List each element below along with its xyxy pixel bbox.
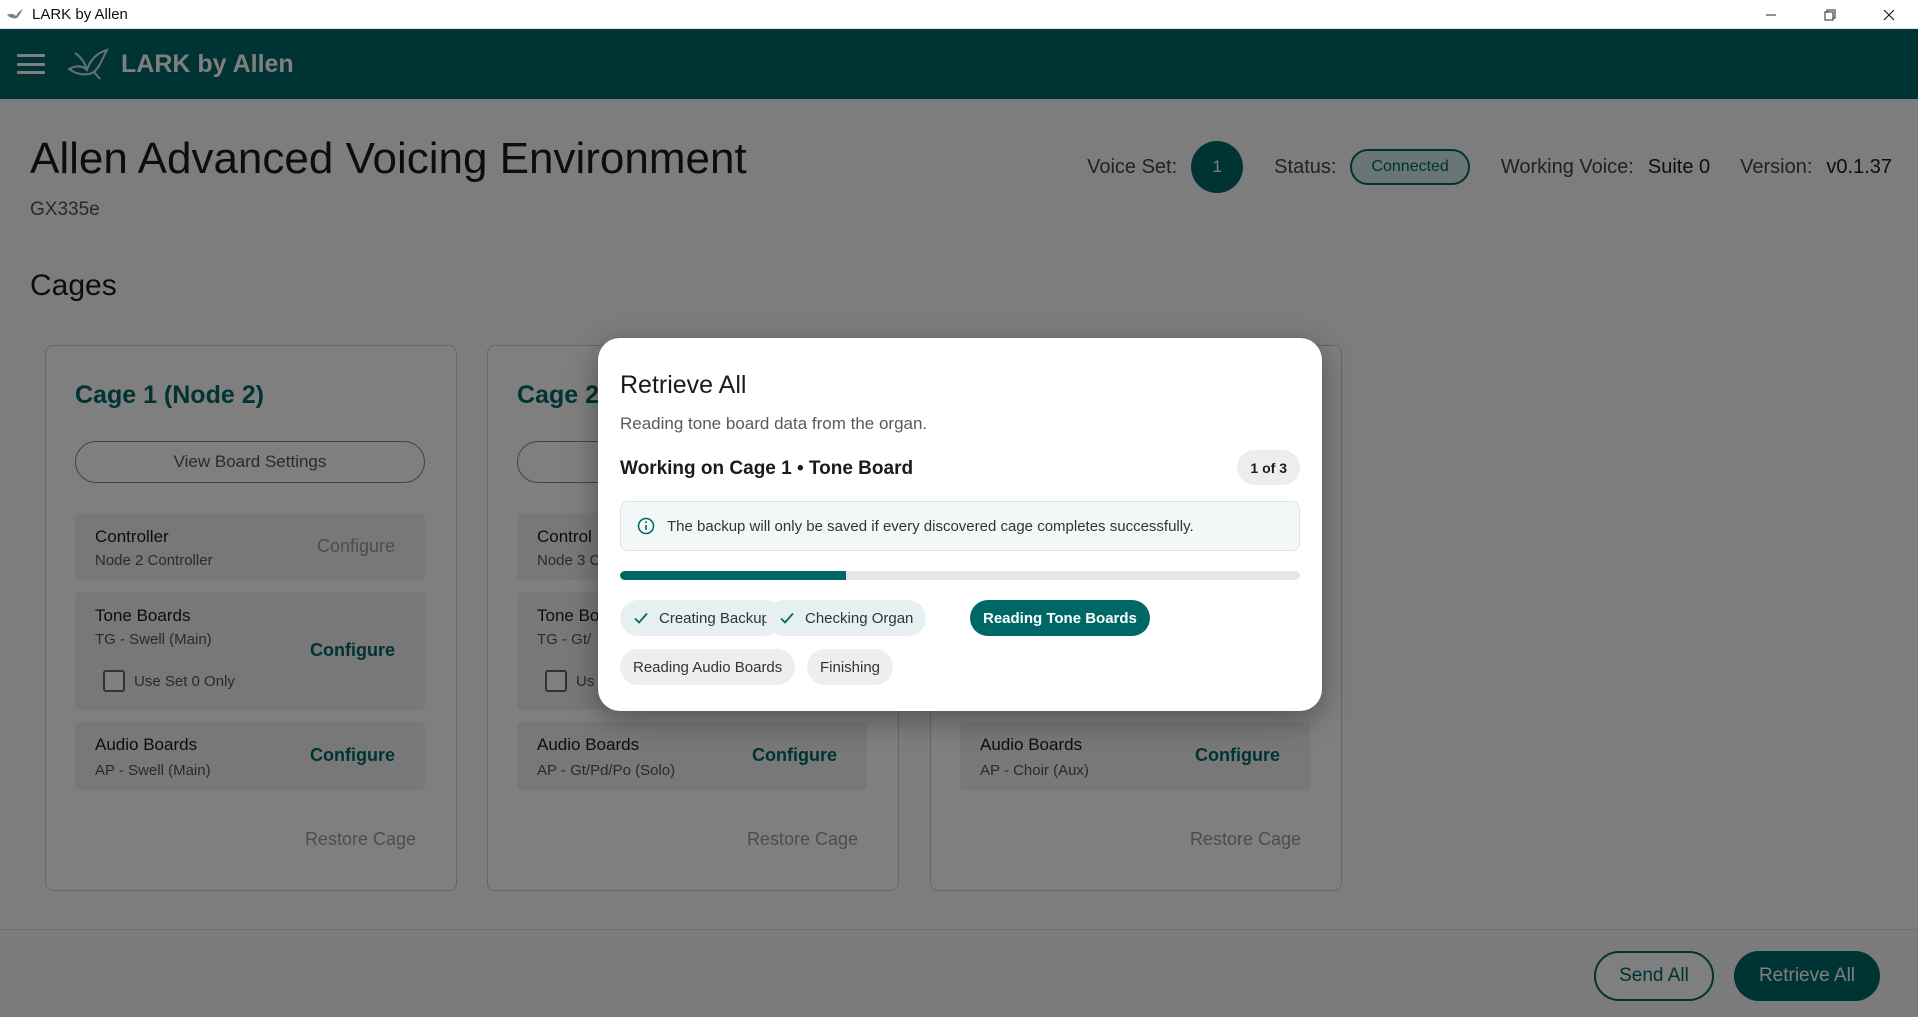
dialog-title: Retrieve All [620,371,747,399]
bird-logo-icon [6,5,24,23]
step-count-badge: 1 of 3 [1237,450,1300,485]
step-chip: Reading Tone Boards [970,600,1150,636]
dialog-subtitle: Reading tone board data from the organ. [620,414,928,433]
current-step-label: Working on Cage 1 • Tone Board [620,458,914,479]
restore-icon[interactable] [1800,0,1859,29]
step-chip: Reading Audio Boards [620,649,796,685]
retrieve-all-dialog: Retrieve All Reading tone board data fro… [598,338,1322,711]
window-titlebar: LARK by Allen [0,0,1918,29]
progress-bar [620,571,1300,580]
step-chip: Creating Backup [620,600,783,636]
step-chip: Finishing [807,649,894,685]
check-icon [780,612,794,624]
progress-fill [620,571,847,580]
step-chip: Checking Organ [766,600,927,636]
check-icon [634,612,648,624]
step-label: Checking Organ [805,609,914,627]
close-icon[interactable] [1859,0,1918,29]
minimize-icon[interactable] [1741,0,1800,29]
window-title: LARK by Allen [32,5,128,23]
step-label: Finishing [820,658,881,676]
step-label: Reading Tone Boards [983,609,1137,627]
step-label: Reading Audio Boards [633,658,783,676]
info-icon [637,517,655,535]
step-label: Creating Backup [659,609,770,627]
backup-info-note: The backup will only be saved if every d… [620,501,1300,551]
info-note-text: The backup will only be saved if every d… [667,517,1194,535]
